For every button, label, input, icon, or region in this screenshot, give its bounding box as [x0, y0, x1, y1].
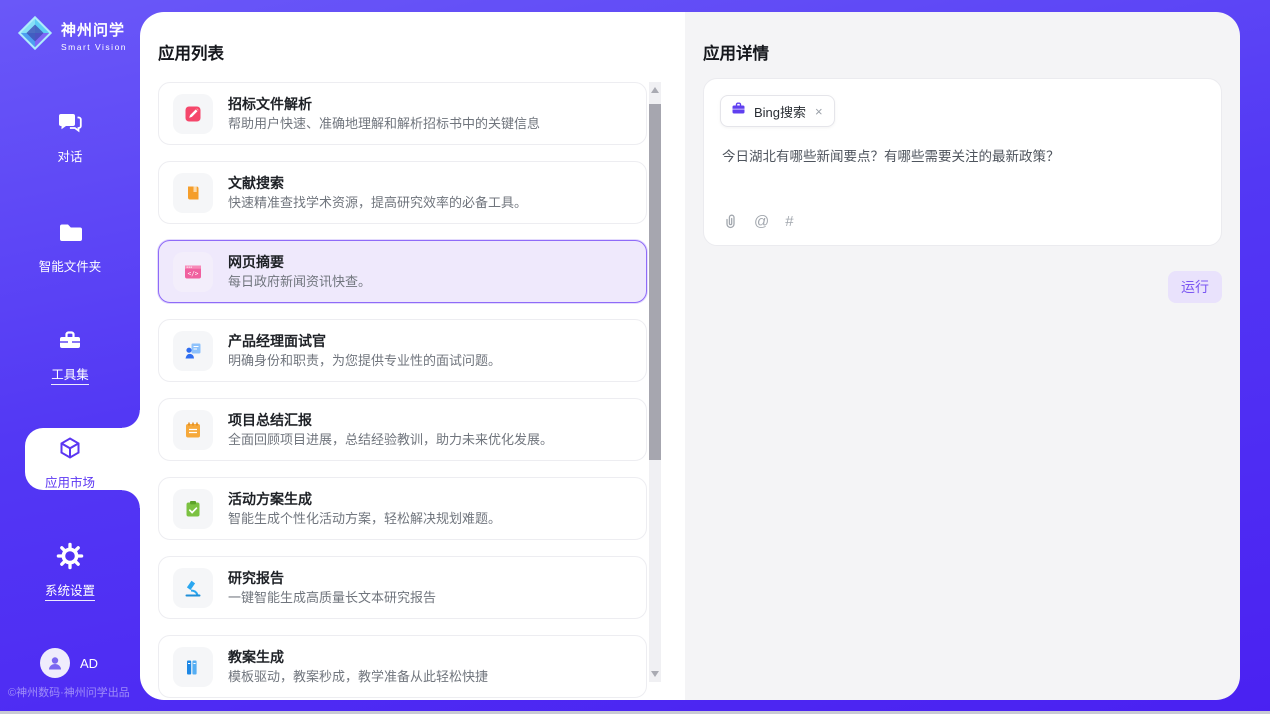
app-card-desc: 模板驱动，教案秒成，教学准备从此轻松快捷 [228, 670, 488, 683]
sidebar-item-label: 对话 [57, 146, 82, 165]
app-card-desc: 全面回顾项目进展，总结经验教训，助力未来优化发展。 [228, 433, 553, 446]
scroll-up-icon[interactable] [651, 87, 659, 93]
sidebar-item-settings[interactable]: 系统设置 [0, 542, 140, 601]
app-card-research-report[interactable]: 研究报告 一键智能生成高质量长文本研究报告 [158, 556, 647, 619]
notepad-icon [173, 410, 213, 450]
input-toolbar: @ # [722, 212, 794, 230]
app-card-list: 招标文件解析 帮助用户快速、准确地理解和解析招标书中的关键信息 文献搜索 快速精… [158, 82, 647, 700]
app-card-event-plan[interactable]: 活动方案生成 智能生成个性化活动方案，轻松解决规划难题。 [158, 477, 647, 540]
scroll-down-icon[interactable] [651, 671, 659, 677]
app-card-pm-interviewer[interactable]: 产品经理面试官 明确身份和职责，为您提供专业性的面试问题。 [158, 319, 647, 382]
sidebar-item-label: 应用市场 [45, 472, 95, 491]
logo-subtitle: Smart Vision [61, 42, 127, 52]
presenter-icon [173, 331, 213, 371]
run-button[interactable]: 运行 [1168, 271, 1222, 303]
app-card-web-summary[interactable]: </> 网页摘要 每日政府新闻资讯快查。 [158, 240, 647, 303]
app-card-desc: 智能生成个性化活动方案，轻松解决规划难题。 [228, 512, 501, 525]
app-card-project-summary[interactable]: 项目总结汇报 全面回顾项目进展，总结经验教训，助力未来优化发展。 [158, 398, 647, 461]
tool-tag-bing-search[interactable]: Bing搜索 × [720, 95, 835, 127]
app-card-title: 产品经理面试官 [228, 334, 501, 348]
sidebar-item-smart-folders[interactable]: 智能文件夹 [0, 218, 140, 276]
app-window: 神州问学 Smart Vision 对话 智能文件夹 [0, 0, 1270, 714]
user-account[interactable]: AD [40, 648, 98, 678]
close-icon[interactable]: × [814, 104, 824, 119]
sidebar-item-label: 智能文件夹 [39, 256, 102, 275]
query-text[interactable]: 今日湖北有哪些新闻要点？有哪些需要关注的最新政策？ [722, 147, 1203, 167]
diamond-logo-icon [16, 14, 54, 57]
edit-square-icon [173, 94, 213, 134]
book-icon [173, 173, 213, 213]
sidebar-item-label: 工具集 [51, 364, 89, 385]
query-input-card[interactable]: Bing搜索 × 今日湖北有哪些新闻要点？有哪些需要关注的最新政策？ @ # [703, 78, 1222, 246]
scrollbar-thumb[interactable] [649, 104, 661, 460]
microscope-icon [173, 568, 213, 608]
at-icon[interactable]: @ [754, 214, 769, 229]
briefcase-icon [731, 101, 746, 121]
app-list-scrollbar[interactable] [649, 82, 661, 682]
sidebar-item-chat[interactable]: 对话 [0, 108, 140, 166]
tool-tag-label: Bing搜索 [754, 102, 806, 121]
app-card-desc: 明确身份和职责，为您提供专业性的面试问题。 [228, 354, 501, 367]
app-logo: 神州问学 Smart Vision [16, 14, 127, 57]
hash-icon[interactable]: # [785, 214, 793, 229]
cube-icon [56, 449, 84, 466]
svg-text:</>: </> [188, 270, 199, 277]
copyright-footer: ©神州数码·神州问学出品 [8, 684, 130, 700]
app-card-title: 研究报告 [228, 571, 436, 585]
app-list-title: 应用列表 [158, 40, 224, 64]
app-card-desc: 一键智能生成高质量长文本研究报告 [228, 591, 436, 604]
app-list-panel: 应用列表 招标文件解析 帮助用户快速、准确地理解和解析招标书中的关键信息 [140, 12, 685, 700]
app-card-title: 活动方案生成 [228, 492, 501, 506]
sidebar: 神州问学 Smart Vision 对话 智能文件夹 [0, 0, 140, 714]
chat-icon [56, 123, 84, 140]
app-card-title: 项目总结汇报 [228, 413, 553, 427]
app-card-title: 招标文件解析 [228, 97, 540, 111]
app-card-desc: 帮助用户快速、准确地理解和解析招标书中的关键信息 [228, 117, 540, 130]
main-content: 应用列表 招标文件解析 帮助用户快速、准确地理解和解析招标书中的关键信息 [140, 12, 1240, 700]
gear-icon [56, 557, 84, 574]
sidebar-item-toolset[interactable]: 工具集 [0, 326, 140, 385]
app-card-title: 文献搜索 [228, 176, 527, 190]
app-detail-title: 应用详情 [703, 40, 769, 64]
user-name: AD [80, 656, 98, 671]
app-card-title: 网页摘要 [228, 255, 371, 269]
books-icon [173, 647, 213, 687]
app-card-bid-parse[interactable]: 招标文件解析 帮助用户快速、准确地理解和解析招标书中的关键信息 [158, 82, 647, 145]
logo-title: 神州问学 [61, 19, 127, 40]
app-card-literature-search[interactable]: 文献搜索 快速精准查找学术资源，提高研究效率的必备工具。 [158, 161, 647, 224]
app-detail-panel: 应用详情 Bing搜索 × 今日湖北有哪些新闻要点？有哪些需要关注的最新政策？ [685, 12, 1240, 700]
folder-icon [56, 233, 84, 250]
app-card-desc: 每日政府新闻资讯快查。 [228, 275, 371, 288]
clipboard-check-icon [173, 489, 213, 529]
sidebar-item-label: 系统设置 [45, 580, 95, 601]
app-card-title: 教案生成 [228, 650, 488, 664]
sidebar-item-app-market[interactable]: 应用市场 [0, 434, 140, 492]
browser-code-icon: </> [173, 252, 213, 292]
app-card-lesson-plan[interactable]: 教案生成 模板驱动，教案秒成，教学准备从此轻松快捷 [158, 635, 647, 698]
paperclip-icon[interactable] [722, 212, 738, 230]
user-avatar-icon [40, 648, 70, 678]
toolbox-icon [56, 341, 84, 358]
app-card-desc: 快速精准查找学术资源，提高研究效率的必备工具。 [228, 196, 527, 209]
